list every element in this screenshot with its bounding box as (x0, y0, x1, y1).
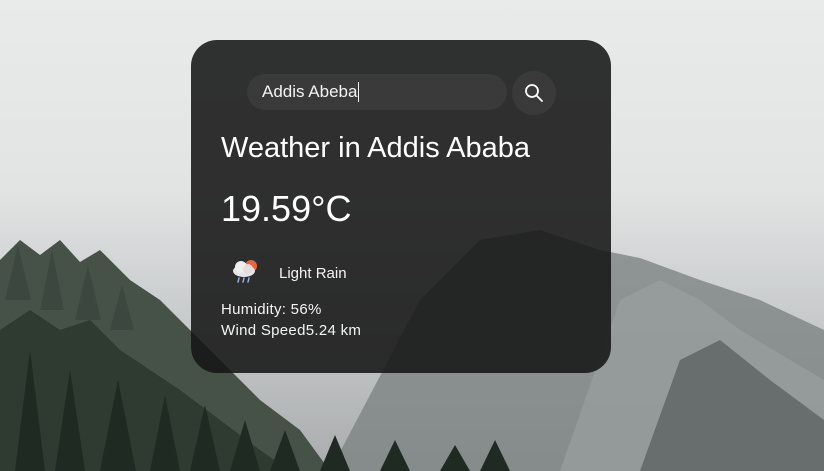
weather-condition: Light Rain (279, 265, 347, 282)
text-caret (358, 82, 360, 102)
wind-speed-text: Wind Speed5.24 km (221, 322, 362, 339)
search-input[interactable]: Addis Abeba (247, 74, 507, 110)
weather-card: Addis Abeba Weather in Addis Ababa 19.59… (191, 40, 611, 373)
cloud-sun-rain-icon (233, 260, 257, 283)
search-icon (525, 84, 543, 102)
search-button[interactable] (512, 71, 556, 115)
humidity-text: Humidity: 56% (221, 301, 322, 318)
search-input-value: Addis Abeba (262, 82, 358, 101)
temperature: 19.59°C (221, 188, 352, 229)
city-title: Weather in Addis Ababa (221, 132, 531, 164)
